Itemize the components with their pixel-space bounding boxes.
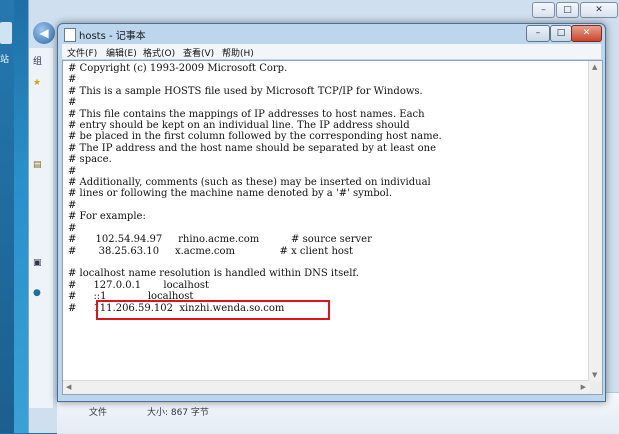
scrollbar-corner	[589, 381, 602, 394]
notepad-window: hosts - 记事本 – □ ✕ 文件(F) 编辑(E) 格式(O) 查看(V…	[57, 23, 606, 402]
computer-icon[interactable]: ▣	[33, 258, 45, 268]
file-size-label: 大小: 867 字节	[147, 408, 209, 418]
minimize-button[interactable]: –	[526, 25, 550, 42]
menu-edit[interactable]: 编辑(E)	[106, 46, 137, 59]
explorer-close-button[interactable]: ✕	[580, 2, 618, 18]
text-editor[interactable]: # Copyright (c) 1993-2009 Microsoft Corp…	[62, 60, 603, 395]
notepad-titlebar[interactable]: hosts - 记事本 – □ ✕	[58, 24, 605, 44]
desktop-strip: 站	[0, 0, 14, 433]
favorites-star-icon[interactable]: ★	[33, 78, 45, 88]
navigation-pane: 组 ★ ▤ ▣ ●	[29, 48, 53, 408]
hosts-file-content[interactable]: # Copyright (c) 1993-2009 Microsoft Corp…	[68, 63, 442, 314]
explorer-caption-buttons: – □ ✕	[530, 0, 619, 18]
scroll-left-icon[interactable]: ◀	[66, 383, 71, 391]
notepad-icon	[64, 28, 76, 42]
menu-file[interactable]: 文件(F)	[67, 46, 97, 59]
scroll-right-icon[interactable]: ▶	[581, 383, 586, 391]
back-arrow-icon[interactable]: ◀	[33, 22, 55, 44]
window-title: hosts - 记事本	[79, 31, 146, 42]
desktop-label: 站	[0, 55, 10, 65]
library-icon[interactable]: ▤	[33, 160, 45, 170]
maximize-button[interactable]: □	[550, 25, 572, 42]
explorer-minimize-button[interactable]: –	[532, 2, 555, 18]
scroll-down-icon[interactable]: ▼	[592, 371, 597, 379]
menu-bar: 文件(F) 编辑(E) 格式(O) 查看(V) 帮助(H)	[62, 44, 601, 59]
highlighted-hosts-entry	[96, 300, 330, 320]
close-button[interactable]: ✕	[571, 25, 602, 42]
file-type-label: 文件	[89, 408, 108, 418]
vertical-scrollbar[interactable]: ▲ ▼	[588, 61, 602, 381]
horizontal-scrollbar[interactable]: ◀ ▶	[63, 380, 589, 394]
recycle-bin-icon[interactable]	[0, 22, 12, 44]
explorer-maximize-button[interactable]: □	[556, 2, 579, 18]
network-icon[interactable]: ●	[33, 288, 45, 298]
scroll-up-icon[interactable]: ▲	[592, 63, 597, 71]
nav-label: 组	[33, 57, 43, 67]
menu-view[interactable]: 查看(V)	[183, 46, 214, 59]
menu-format[interactable]: 格式(O)	[143, 46, 175, 59]
menu-help[interactable]: 帮助(H)	[222, 46, 254, 59]
